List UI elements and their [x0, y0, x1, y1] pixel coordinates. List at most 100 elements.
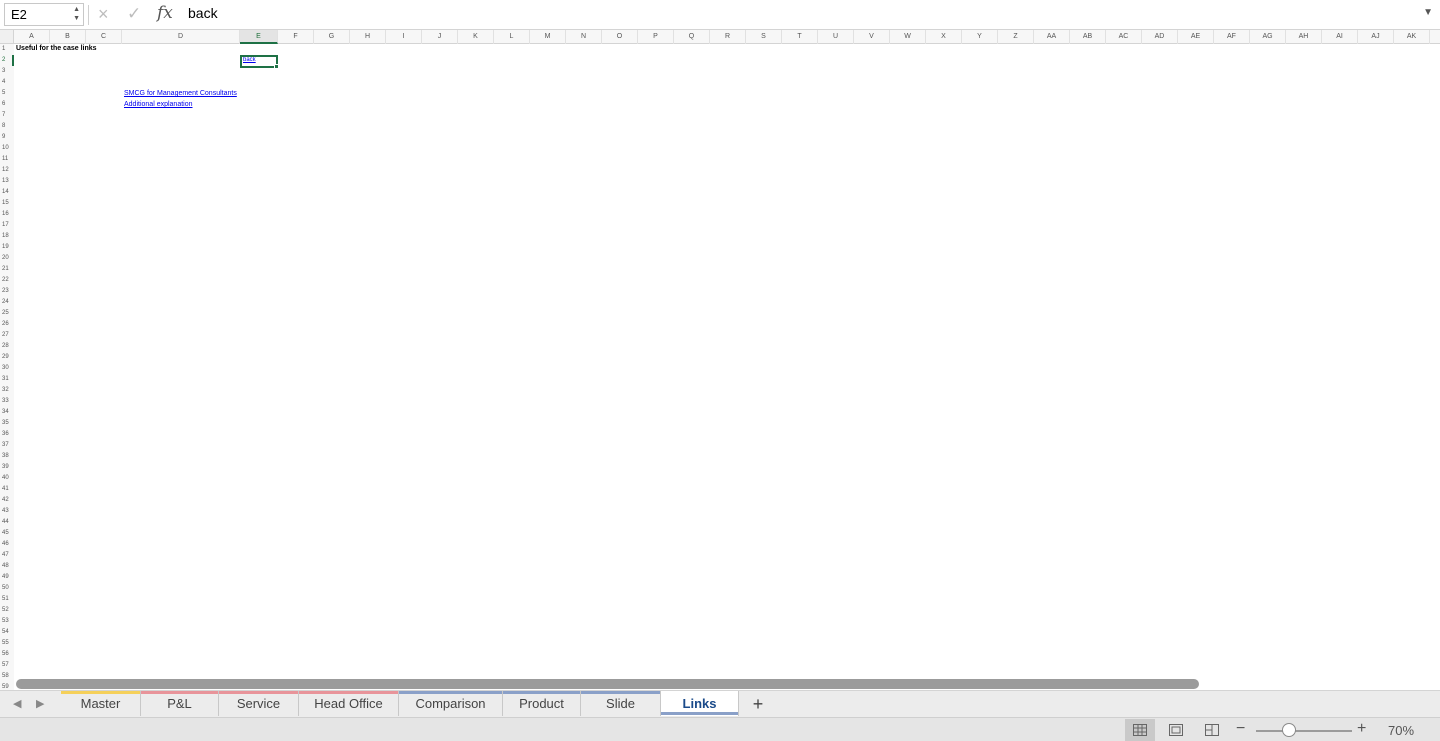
row-header[interactable]: 2	[0, 55, 14, 66]
row-header[interactable]: 38	[0, 451, 14, 462]
sheet-tab[interactable]: Slide	[581, 691, 661, 716]
column-header[interactable]: R	[710, 30, 746, 44]
page-break-view-button[interactable]	[1197, 719, 1227, 741]
column-header[interactable]: G	[314, 30, 350, 44]
row-header[interactable]: 58	[0, 671, 14, 682]
column-header[interactable]: AE	[1178, 30, 1214, 44]
horizontal-scrollbar[interactable]	[16, 679, 1199, 689]
row-header[interactable]: 33	[0, 396, 14, 407]
row-header[interactable]: 48	[0, 561, 14, 572]
normal-view-button[interactable]	[1125, 719, 1155, 741]
row-header[interactable]: 11	[0, 154, 14, 165]
row-header[interactable]: 31	[0, 374, 14, 385]
row-header[interactable]: 1	[0, 44, 14, 55]
row-header[interactable]: 6	[0, 99, 14, 110]
row-header[interactable]: 39	[0, 462, 14, 473]
row-header[interactable]: 46	[0, 539, 14, 550]
column-header[interactable]: AI	[1322, 30, 1358, 44]
sheet-tab[interactable]: Product	[503, 691, 581, 716]
column-header[interactable]: J	[422, 30, 458, 44]
column-header[interactable]: AK	[1394, 30, 1430, 44]
column-header[interactable]: V	[854, 30, 890, 44]
row-header[interactable]: 17	[0, 220, 14, 231]
column-header[interactable]: AD	[1142, 30, 1178, 44]
cancel-icon[interactable]: ×	[98, 4, 109, 25]
row-header[interactable]: 30	[0, 363, 14, 374]
column-header[interactable]: X	[926, 30, 962, 44]
zoom-out-button[interactable]: −	[1236, 720, 1245, 738]
row-header[interactable]: 45	[0, 528, 14, 539]
row-header[interactable]: 26	[0, 319, 14, 330]
row-header[interactable]: 4	[0, 77, 14, 88]
column-header[interactable]: L	[494, 30, 530, 44]
row-header[interactable]: 23	[0, 286, 14, 297]
row-header[interactable]: 5	[0, 88, 14, 99]
column-header[interactable]: W	[890, 30, 926, 44]
sheet-tab[interactable]: Service	[219, 691, 299, 716]
row-header[interactable]: 47	[0, 550, 14, 561]
column-header[interactable]: U	[818, 30, 854, 44]
sheet-tab[interactable]: Links	[661, 691, 739, 716]
row-header[interactable]: 49	[0, 572, 14, 583]
name-box[interactable]: E2 ▲ ▼	[4, 3, 84, 26]
column-header[interactable]: AA	[1034, 30, 1070, 44]
row-header[interactable]: 54	[0, 627, 14, 638]
row-header[interactable]: 20	[0, 253, 14, 264]
sheet-tab[interactable]: P&L	[141, 691, 219, 716]
prev-sheet-icon[interactable]: ◀	[13, 697, 21, 710]
row-header[interactable]: 8	[0, 121, 14, 132]
column-header[interactable]: H	[350, 30, 386, 44]
row-header[interactable]: 9	[0, 132, 14, 143]
name-box-stepper-icon[interactable]: ▲ ▼	[73, 5, 80, 23]
row-header[interactable]: 14	[0, 187, 14, 198]
row-header[interactable]: 18	[0, 231, 14, 242]
row-header[interactable]: 21	[0, 264, 14, 275]
column-header[interactable]: M	[530, 30, 566, 44]
sheet-tab[interactable]: Head Office	[299, 691, 399, 716]
row-header[interactable]: 56	[0, 649, 14, 660]
column-header[interactable]: A	[14, 30, 50, 44]
page-layout-view-button[interactable]	[1161, 719, 1191, 741]
row-header[interactable]: 36	[0, 429, 14, 440]
formula-input[interactable]: back	[188, 5, 218, 21]
column-header[interactable]: Z	[998, 30, 1034, 44]
column-header[interactable]: AB	[1070, 30, 1106, 44]
row-header[interactable]: 59	[0, 682, 14, 690]
column-header[interactable]: AG	[1250, 30, 1286, 44]
row-header[interactable]: 29	[0, 352, 14, 363]
row-header[interactable]: 10	[0, 143, 14, 154]
sheet-tab[interactable]: Comparison	[399, 691, 503, 716]
column-header[interactable]: O	[602, 30, 638, 44]
zoom-level[interactable]: 70%	[1388, 723, 1414, 738]
column-header[interactable]: T	[782, 30, 818, 44]
row-header[interactable]: 35	[0, 418, 14, 429]
column-header[interactable]: B	[50, 30, 86, 44]
fill-handle[interactable]	[274, 64, 279, 69]
enter-icon[interactable]: ✓	[127, 4, 141, 24]
row-header[interactable]: 3	[0, 66, 14, 77]
row-header[interactable]: 15	[0, 198, 14, 209]
column-header[interactable]: P	[638, 30, 674, 44]
cell-a1[interactable]: Useful for the case links	[16, 45, 97, 52]
row-header[interactable]: 12	[0, 165, 14, 176]
row-header[interactable]: 53	[0, 616, 14, 627]
column-header[interactable]: K	[458, 30, 494, 44]
column-header[interactable]: I	[386, 30, 422, 44]
row-header[interactable]: 22	[0, 275, 14, 286]
zoom-slider-thumb[interactable]	[1282, 723, 1296, 737]
row-header[interactable]: 24	[0, 297, 14, 308]
column-header[interactable]: AC	[1106, 30, 1142, 44]
column-header[interactable]: D	[122, 30, 240, 44]
cell-d6-link[interactable]: Additional explanation	[124, 101, 193, 108]
row-header[interactable]: 34	[0, 407, 14, 418]
column-header[interactable]: C	[86, 30, 122, 44]
row-header[interactable]: 43	[0, 506, 14, 517]
sheet-tab[interactable]: Master	[61, 691, 141, 716]
row-header[interactable]: 44	[0, 517, 14, 528]
column-header[interactable]: AH	[1286, 30, 1322, 44]
add-sheet-button[interactable]: +	[746, 693, 770, 715]
row-header[interactable]: 41	[0, 484, 14, 495]
row-header[interactable]: 28	[0, 341, 14, 352]
column-header[interactable]: AF	[1214, 30, 1250, 44]
cell-d5-link[interactable]: SMCG for Management Consultants	[124, 90, 237, 97]
